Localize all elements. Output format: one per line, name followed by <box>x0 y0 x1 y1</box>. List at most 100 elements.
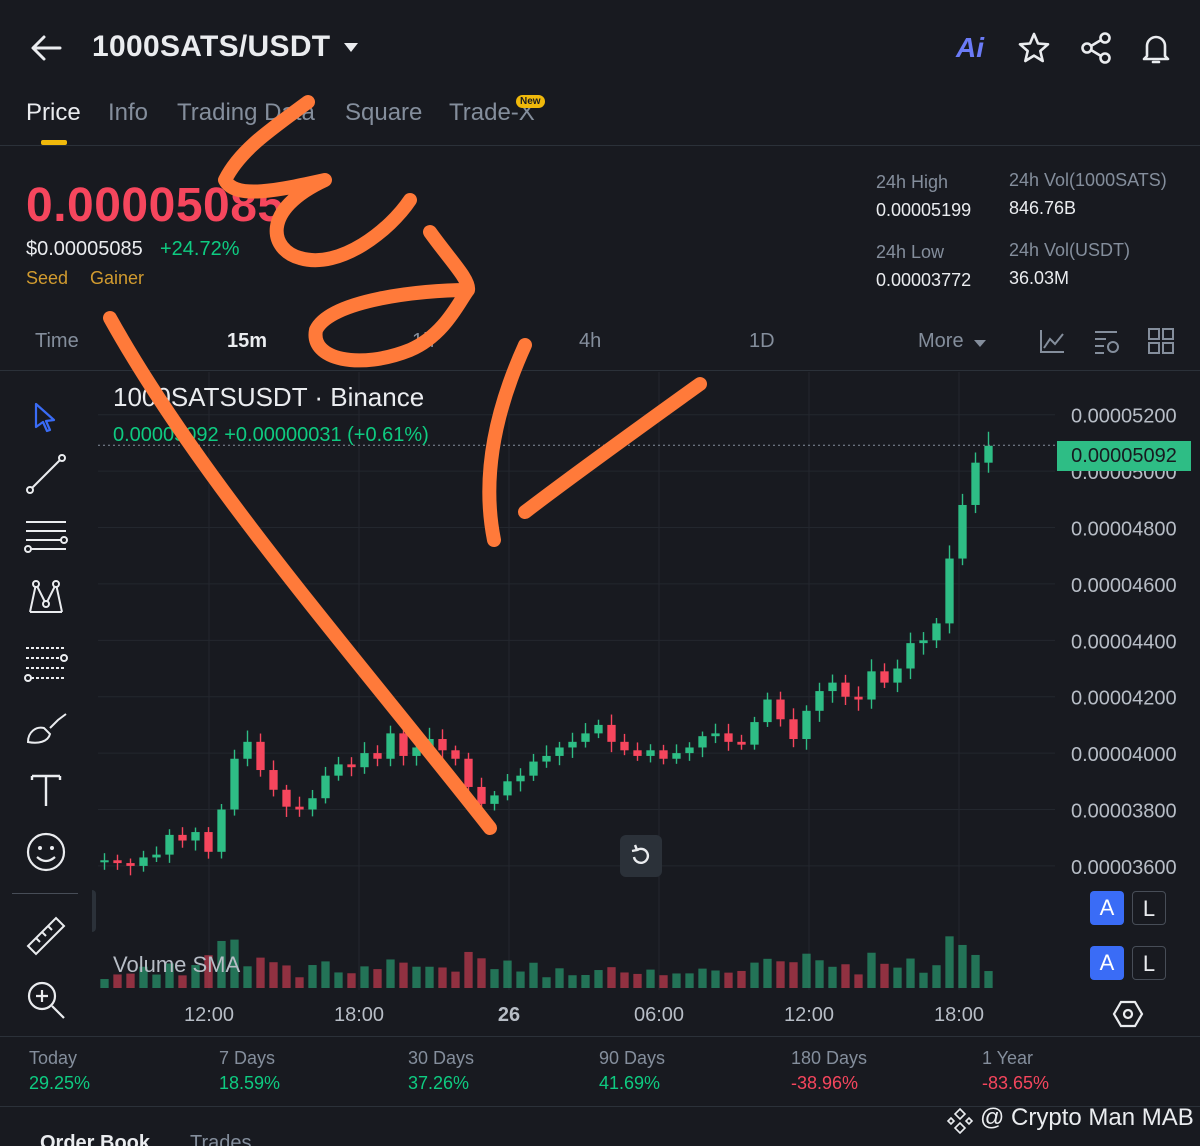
candle-body <box>425 739 434 748</box>
chart-settings-icon[interactable] <box>1092 326 1122 356</box>
volume-auto-button[interactable]: A <box>1090 946 1124 980</box>
chevron-down-icon[interactable] <box>342 40 360 54</box>
candle-body <box>529 761 538 776</box>
ruler-icon[interactable] <box>22 912 70 960</box>
trend-line-icon[interactable] <box>22 450 70 498</box>
emoji-icon[interactable] <box>22 828 70 876</box>
candle-body <box>243 741 252 759</box>
timeframe-more[interactable]: More <box>918 330 964 353</box>
y-tick-label: 0.00004200 <box>1071 688 1177 710</box>
cursor-icon[interactable] <box>22 392 70 440</box>
volume-bar <box>373 969 382 988</box>
log-scale-button[interactable]: L <box>1132 891 1166 925</box>
candle-body <box>568 741 577 748</box>
candle-body <box>815 691 824 711</box>
tab-order-book[interactable]: Order Book <box>40 1132 150 1146</box>
zoom-in-icon[interactable] <box>22 976 70 1024</box>
timeframe-4h[interactable]: 4h <box>579 330 601 353</box>
horizontal-lines-icon[interactable] <box>22 512 70 560</box>
candle-body <box>477 786 486 804</box>
timeframe-time[interactable]: Time <box>35 330 79 353</box>
candle-body <box>659 750 668 759</box>
hexagon-settings-icon[interactable] <box>1112 998 1144 1030</box>
candle-body <box>386 733 395 759</box>
tab-info[interactable]: Info <box>108 99 148 127</box>
indicator-icon[interactable] <box>1037 326 1067 356</box>
reset-chart-icon[interactable] <box>620 835 662 877</box>
y-axis-labels: 0.000052000.000050000.000048000.00004600… <box>1071 406 1177 879</box>
candle-body <box>269 770 278 790</box>
candle-body <box>373 753 382 759</box>
ai-icon[interactable]: Ai <box>956 32 992 68</box>
tag-gainer[interactable]: Gainer <box>90 268 144 289</box>
volume-log-button[interactable]: L <box>1132 946 1166 980</box>
candle-body <box>464 758 473 787</box>
candle-body <box>841 682 850 697</box>
active-tab-indicator <box>41 140 67 145</box>
volume-bar <box>672 973 681 988</box>
timeframe-15m[interactable]: 15m <box>227 330 267 353</box>
text-tool-icon[interactable] <box>22 766 70 814</box>
volume-bar <box>451 971 460 988</box>
volume-bar <box>971 954 980 988</box>
candle-body <box>828 682 837 692</box>
volume-bar <box>555 968 564 988</box>
tab-square[interactable]: Square <box>345 99 422 127</box>
volume-bar <box>776 961 785 988</box>
candle-body <box>867 671 876 700</box>
tag-seed[interactable]: Seed <box>26 268 68 289</box>
tab-trades[interactable]: Trades <box>190 1132 252 1146</box>
x-tick-label: 18:00 <box>934 1004 984 1026</box>
volume-bar <box>269 962 278 988</box>
volume-bar <box>412 966 421 988</box>
back-arrow-icon[interactable] <box>26 30 66 66</box>
timeframe-1d[interactable]: 1D <box>749 330 775 353</box>
volume-bar <box>945 936 954 988</box>
more-caret-icon[interactable] <box>973 338 987 348</box>
fibonacci-icon[interactable] <box>22 638 70 686</box>
candle-body <box>724 733 733 742</box>
share-icon[interactable] <box>1078 30 1114 66</box>
candle-body <box>880 671 889 683</box>
auto-scale-button[interactable]: A <box>1090 891 1124 925</box>
volume-bar <box>789 962 798 988</box>
candle-body <box>516 775 525 782</box>
volume-bar <box>659 975 668 988</box>
low-value: 0.00003772 <box>876 270 972 290</box>
layout-grid-icon[interactable] <box>1146 326 1176 356</box>
candlestick-chart[interactable]: 0.000052000.000050000.000048000.00004600… <box>92 372 1200 1036</box>
star-icon[interactable] <box>1016 30 1052 66</box>
perf-7d-label: 7 Days <box>219 1048 276 1068</box>
volume-bar <box>685 973 694 988</box>
candle-body <box>984 445 993 463</box>
bell-icon[interactable] <box>1138 30 1174 66</box>
candle-body <box>230 758 239 810</box>
pattern-icon[interactable] <box>22 574 70 622</box>
candle-body <box>295 806 304 810</box>
pair-title[interactable]: 1000SATS/USDT <box>92 30 330 64</box>
volume-bar <box>321 961 330 988</box>
candle-body <box>256 741 265 771</box>
candle-body <box>555 747 564 756</box>
tab-price[interactable]: Price <box>26 99 81 127</box>
timeframe-1h[interactable]: 1h <box>412 330 434 353</box>
candles <box>100 431 993 876</box>
candle-body <box>191 832 200 841</box>
usd-price: $0.00005085 <box>26 238 143 260</box>
y-tick-label: 0.00004800 <box>1071 519 1177 541</box>
high-value: 0.00005199 <box>876 200 972 220</box>
brush-icon[interactable] <box>22 702 70 750</box>
volume-bar <box>854 974 863 988</box>
volume-bar <box>503 960 512 988</box>
candle-body <box>945 558 954 624</box>
perf-180d-value: -38.96% <box>791 1073 859 1093</box>
page-tabs: Price Info Trading Data Square Trade-X <box>0 96 1200 146</box>
tab-trading-data[interactable]: Trading Data <box>177 99 315 127</box>
watermark: @ Crypto Man MAB <box>980 1104 1194 1131</box>
volume-bar <box>737 970 746 988</box>
volume-bar <box>932 965 941 988</box>
candle-body <box>776 699 785 720</box>
candle-body <box>139 857 148 866</box>
perf-30d-label: 30 Days <box>408 1048 475 1068</box>
candle-body <box>932 623 941 641</box>
